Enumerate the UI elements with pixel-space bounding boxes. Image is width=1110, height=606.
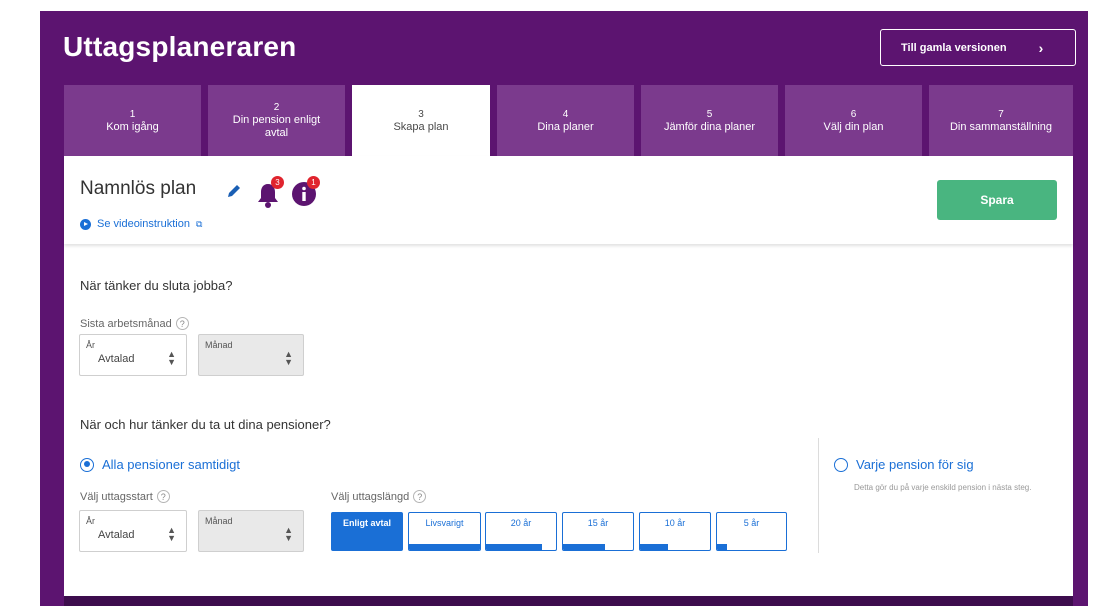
length-bar bbox=[640, 544, 668, 550]
withdrawal-question: När och hur tänker du ta ut dina pension… bbox=[80, 417, 331, 432]
step-tabs: 1 Kom igång 2 Din pension enligt avtal 3… bbox=[64, 85, 1073, 156]
start-year-select[interactable]: År Avtalad ▲ ▼ bbox=[79, 510, 187, 552]
tab-label: Din sammanställning bbox=[949, 120, 1053, 133]
select-arrows-icon: ▲ ▼ bbox=[167, 525, 176, 543]
tab-number: 6 bbox=[850, 108, 857, 120]
save-button[interactable]: Spara bbox=[937, 180, 1057, 220]
tab-label: Kom igång bbox=[106, 120, 159, 133]
external-link-icon: ⧉ bbox=[195, 218, 203, 229]
plan-header: Namnlös plan 3 1 Se videoinstruktion ⧉ S… bbox=[64, 156, 1073, 244]
vertical-divider bbox=[818, 438, 819, 553]
tab-number: 1 bbox=[129, 108, 136, 120]
field-label-text: Välj uttagsstart bbox=[80, 490, 153, 503]
length-bar bbox=[486, 544, 542, 550]
bell-badge: 3 bbox=[271, 176, 284, 189]
notification-bell[interactable]: 3 bbox=[257, 176, 284, 208]
tab-jamfor-planer[interactable]: 5 Jämför dina planer bbox=[641, 85, 778, 156]
bottom-panel-bar bbox=[64, 596, 1073, 606]
length-option-10[interactable]: 10 år bbox=[639, 512, 711, 551]
start-month-select[interactable]: Månad ▲ ▼ bbox=[198, 510, 304, 552]
old-version-button[interactable]: Till gamla versionen › bbox=[880, 29, 1076, 66]
length-option-label: 10 år bbox=[664, 518, 686, 528]
tab-label: Dina planer bbox=[537, 120, 594, 133]
chevron-right-icon: › bbox=[1038, 39, 1044, 56]
length-bar bbox=[563, 544, 605, 550]
tab-din-pension[interactable]: 2 Din pension enligt avtal bbox=[208, 85, 345, 156]
length-bar bbox=[409, 544, 480, 550]
radio-all-pensions[interactable]: Alla pensioner samtidigt bbox=[80, 457, 240, 472]
tab-sammanstallning[interactable]: 7 Din sammanställning bbox=[929, 85, 1073, 156]
length-option-livsvarigt[interactable]: Livsvarigt bbox=[408, 512, 481, 551]
field-label-text: Välj uttagslängd bbox=[331, 490, 410, 503]
radio-each-pension[interactable]: Varje pension för sig bbox=[834, 457, 974, 472]
length-option-label: Livsvarigt bbox=[425, 518, 464, 528]
radio-label: Varje pension för sig bbox=[856, 457, 974, 472]
withdrawal-length-label: Välj uttagslängd ? bbox=[331, 490, 427, 503]
help-icon[interactable]: ? bbox=[156, 490, 170, 503]
video-instruction-link[interactable]: Se videoinstruktion ⧉ bbox=[80, 218, 202, 230]
pencil-icon[interactable] bbox=[225, 182, 243, 200]
plan-name: Namnlös plan bbox=[80, 178, 197, 199]
tab-number: 7 bbox=[998, 108, 1004, 120]
play-icon bbox=[80, 218, 91, 230]
radio-label: Alla pensioner samtidigt bbox=[102, 457, 241, 472]
stop-year-select[interactable]: År Avtalad ▲ ▼ bbox=[79, 334, 187, 376]
main-content: Namnlös plan 3 1 Se videoinstruktion ⧉ S… bbox=[64, 156, 1073, 606]
length-bar bbox=[717, 544, 728, 550]
length-option-label: 5 år bbox=[743, 518, 760, 528]
length-option-label: 20 år bbox=[510, 518, 532, 528]
select-arrows-icon: ▲ ▼ bbox=[284, 525, 293, 543]
radio-unselected-icon bbox=[834, 457, 848, 472]
help-icon[interactable]: ? bbox=[175, 317, 189, 330]
stop-month-select[interactable]: Månad ▲ ▼ bbox=[198, 334, 304, 376]
field-label-text: Sista arbetsmånad bbox=[80, 317, 172, 330]
tab-label: Välj din plan bbox=[823, 120, 884, 133]
tab-number: 2 bbox=[273, 102, 280, 113]
tab-skapa-plan[interactable]: 3 Skapa plan bbox=[352, 85, 490, 156]
tab-number: 5 bbox=[706, 108, 713, 120]
each-pension-description: Detta gör du på varje enskild pension i … bbox=[854, 483, 1032, 492]
length-option-20[interactable]: 20 år bbox=[485, 512, 557, 551]
stop-work-question: När tänker du sluta jobba? bbox=[80, 278, 233, 293]
tab-number: 3 bbox=[418, 108, 424, 120]
tab-dina-planer[interactable]: 4 Dina planer bbox=[497, 85, 634, 156]
tab-label: Skapa plan bbox=[393, 120, 449, 133]
tab-valj-plan[interactable]: 6 Välj din plan bbox=[785, 85, 922, 156]
length-option-label: Enligt avtal bbox=[342, 518, 391, 528]
withdrawal-start-label: Välj uttagsstart ? bbox=[80, 490, 170, 503]
length-option-label: 15 år bbox=[587, 518, 609, 528]
select-arrows-icon: ▲ ▼ bbox=[284, 349, 293, 367]
page-background: Uttagsplaneraren Till gamla versionen › … bbox=[0, 0, 1110, 606]
length-option-avtal[interactable]: Enligt avtal bbox=[331, 512, 403, 551]
radio-selected-icon bbox=[80, 457, 94, 472]
old-version-label: Till gamla versionen bbox=[901, 41, 1007, 54]
info-badge: 1 bbox=[307, 176, 320, 189]
info-button[interactable]: 1 bbox=[292, 176, 320, 206]
length-option-15[interactable]: 15 år bbox=[562, 512, 634, 551]
tab-kom-igang[interactable]: 1 Kom igång bbox=[64, 85, 201, 156]
video-link-label: Se videoinstruktion bbox=[97, 218, 190, 230]
help-icon[interactable]: ? bbox=[413, 490, 427, 503]
tab-label: Jämför dina planer bbox=[663, 120, 756, 133]
last-work-month-label: Sista arbetsmånad ? bbox=[80, 317, 189, 330]
tab-number: 4 bbox=[562, 108, 569, 120]
length-option-5[interactable]: 5 år bbox=[716, 512, 787, 551]
select-arrows-icon: ▲ ▼ bbox=[167, 349, 176, 367]
tab-label: Din pension enligt avtal bbox=[232, 114, 321, 139]
app-title: Uttagsplaneraren bbox=[63, 31, 297, 62]
